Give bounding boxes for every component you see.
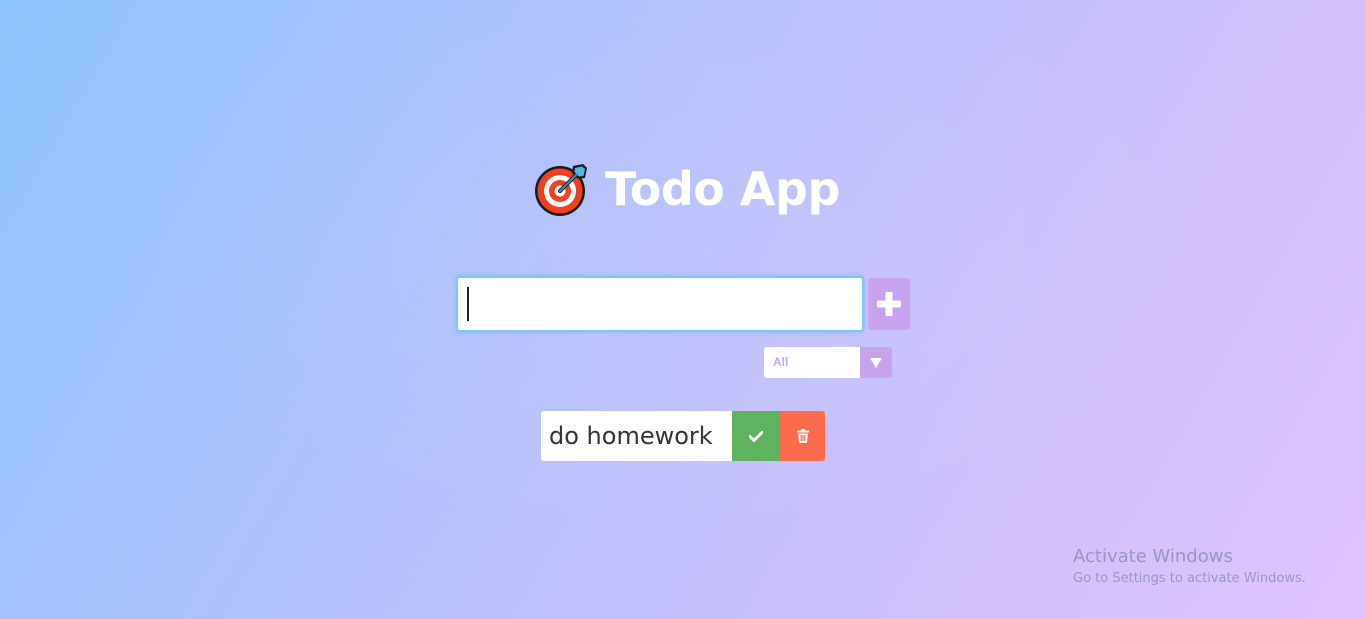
todo-item: do homework bbox=[541, 411, 825, 461]
complete-todo-button[interactable] bbox=[732, 411, 780, 461]
text-caret bbox=[467, 287, 469, 321]
filter-select[interactable]: All bbox=[764, 347, 892, 378]
filter-dropdown-button[interactable] bbox=[860, 347, 892, 378]
app-title: Todo App bbox=[605, 162, 840, 216]
delete-todo-button[interactable] bbox=[780, 411, 825, 461]
bullseye-target-icon bbox=[535, 164, 587, 216]
caret-down-icon bbox=[870, 357, 882, 368]
app-header: Todo App bbox=[533, 158, 840, 220]
watermark-subtitle: Go to Settings to activate Windows. bbox=[1073, 571, 1306, 586]
todo-item-text: do homework bbox=[541, 411, 732, 461]
todo-input[interactable] bbox=[456, 276, 864, 332]
windows-activation-watermark: Activate Windows Go to Settings to activ… bbox=[1073, 546, 1306, 590]
trash-icon bbox=[796, 429, 809, 443]
check-icon bbox=[749, 430, 763, 442]
add-todo-button[interactable] bbox=[868, 278, 910, 330]
watermark-title: Activate Windows bbox=[1073, 546, 1233, 567]
filter-selected-value[interactable]: All bbox=[764, 347, 860, 378]
add-todo-form bbox=[456, 276, 910, 332]
plus-icon bbox=[877, 292, 901, 316]
